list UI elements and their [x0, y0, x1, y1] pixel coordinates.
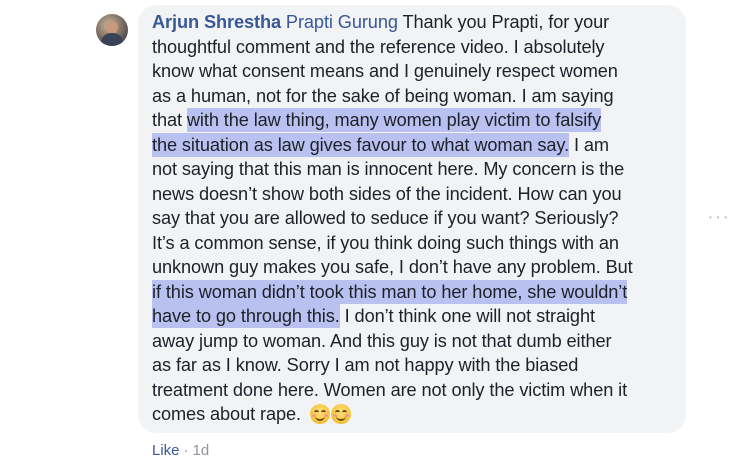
comment-line: as far as I know. Sorry I am not happy w… [152, 355, 579, 375]
like-button[interactable]: Like [152, 442, 180, 459]
comment-line: the situation as law gives favour to wha… [152, 132, 692, 158]
highlighted-text: have to go through this. [152, 304, 340, 328]
highlighted-text: if this woman didn’t took this man to he… [152, 279, 628, 304]
comment-line: as a human, not for the sake of being wo… [152, 85, 614, 106]
comment-line: comes about rape. [152, 402, 692, 427]
mention-tag[interactable]: Prapti Gurung [286, 12, 398, 32]
comment-text-segment: comes about rape. [152, 404, 306, 424]
comment-footer: Like · 1d [152, 442, 209, 459]
comment-line: news doesn’t show both sides of the inci… [152, 183, 622, 204]
more-options-icon[interactable]: ··· [707, 207, 731, 231]
smiling-face-icon [330, 404, 351, 424]
comment-line: have to go through this. I don’t think o… [152, 304, 692, 329]
author-name[interactable]: Arjun Shrestha [152, 12, 281, 32]
comment-line: It’s a common sense, if you think doing … [152, 232, 619, 253]
comment-line: know what consent means and I genuinely … [152, 61, 618, 81]
comment-text-segment: that [152, 110, 187, 130]
comment-line: say that you are allowed to seduce if yo… [152, 208, 619, 228]
comment-thread: Arjun Shrestha Prapti Gurung Thank you P… [0, 0, 755, 465]
comment-body: Arjun Shrestha Prapti Gurung Thank you P… [152, 10, 692, 427]
comment-line: thoughtful comment and the reference vid… [152, 36, 605, 57]
comment-line: not saying that this man is innocent her… [152, 159, 625, 179]
timestamp[interactable]: 1d [193, 442, 210, 459]
footer-separator: · [183, 442, 189, 459]
comment-line: treatment done here. Women are not only … [152, 379, 628, 400]
comment-line: unknown guy makes you safe, I don’t have… [152, 257, 633, 277]
comment-line: Arjun Shrestha Prapti Gurung Thank you P… [152, 10, 692, 35]
comment-line: if this woman didn’t took this man to he… [152, 279, 692, 305]
emoji-group [309, 404, 352, 424]
highlighted-text: the situation as law gives favour to wha… [152, 132, 570, 157]
comment-text-segment: I am [569, 134, 609, 155]
comment-line: away jump to woman. And this guy is not … [152, 330, 612, 351]
avatar-body [101, 33, 123, 46]
comment-text-segment: Thank you Prapti, for your [397, 12, 610, 32]
avatar[interactable] [96, 14, 128, 46]
smiling-face-icon [309, 404, 330, 424]
highlighted-text: with the law thing, many women play vict… [186, 108, 602, 132]
comment-line: that with the law thing, many women play… [152, 108, 692, 133]
comment-text-segment: I don’t think one will not straight [339, 306, 595, 326]
